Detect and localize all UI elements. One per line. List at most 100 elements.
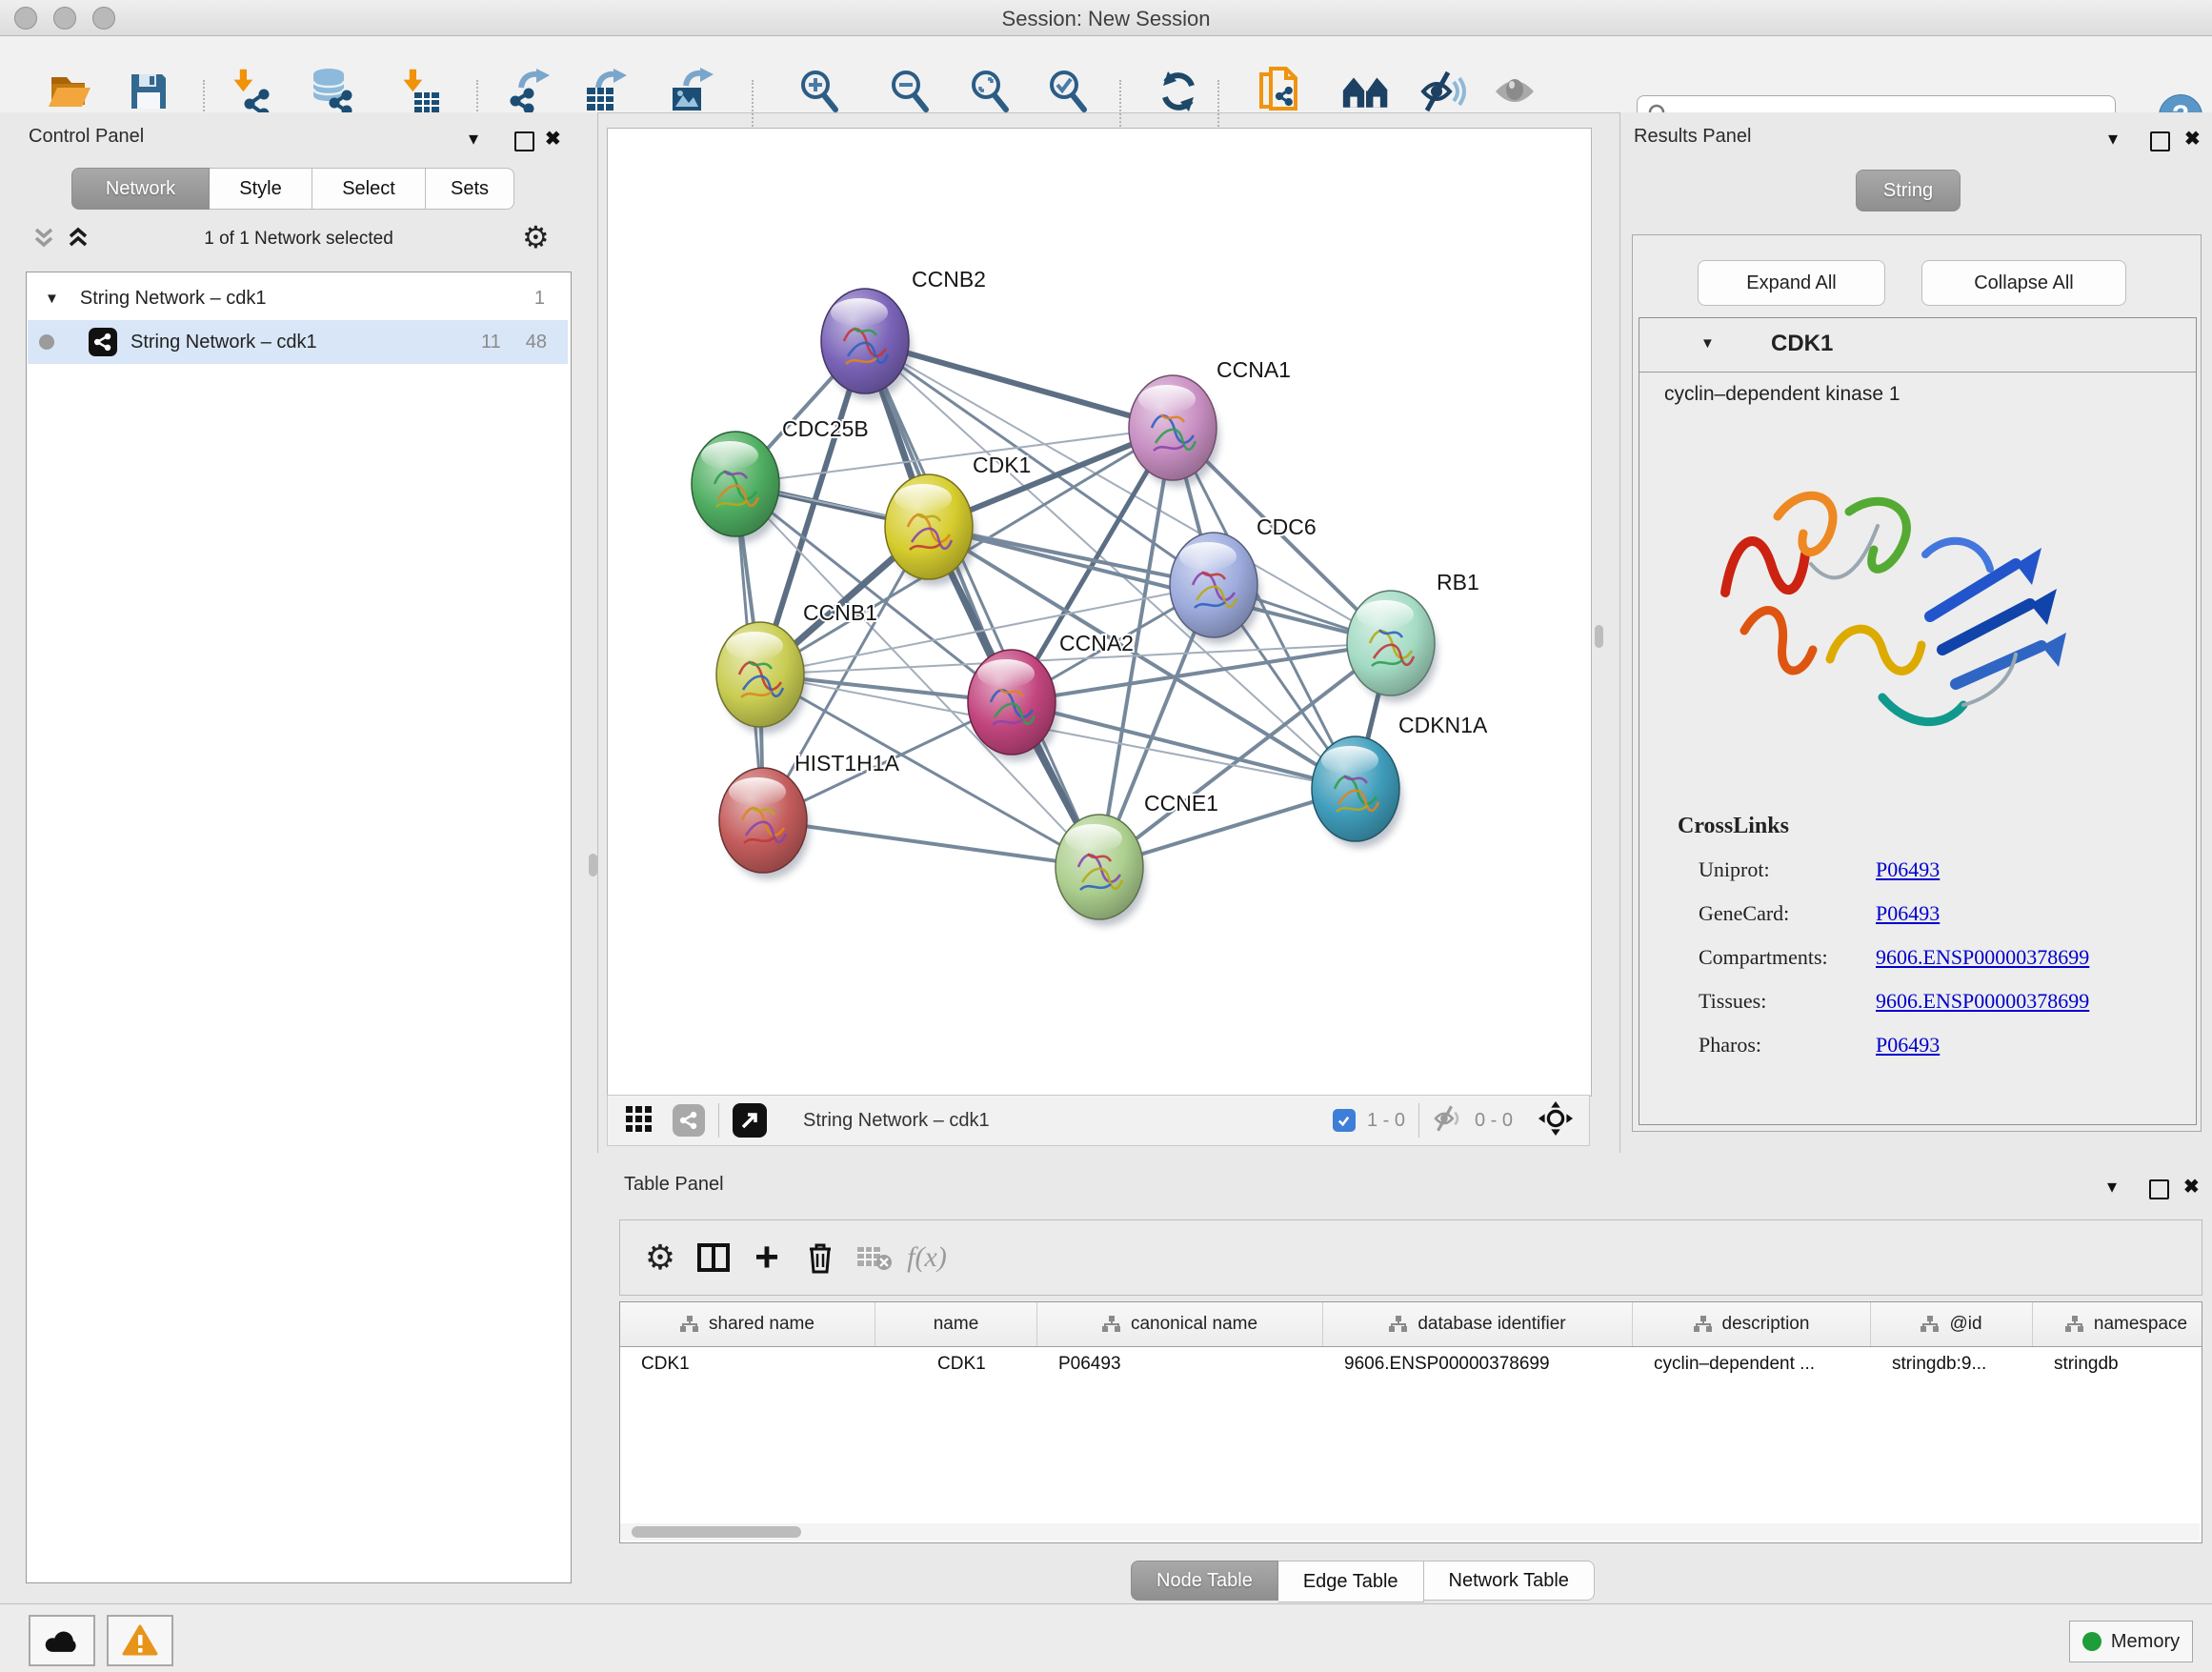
table-panel-close-icon[interactable]: ✖ bbox=[2183, 1178, 2200, 1197]
column-header-shared-name[interactable]: shared name bbox=[620, 1302, 875, 1346]
first-neighbors-button[interactable] bbox=[1341, 67, 1391, 116]
network-edge-count: 48 bbox=[526, 332, 547, 353]
birdseye-view-icon[interactable] bbox=[625, 1104, 654, 1138]
crosslink-link[interactable]: P06493 bbox=[1876, 1033, 1940, 1058]
crosslink-link[interactable]: P06493 bbox=[1876, 901, 1940, 926]
network-node-CDK1[interactable] bbox=[885, 474, 975, 586]
tab-node-table[interactable]: Node Table bbox=[1131, 1561, 1278, 1601]
control-panel-close-icon[interactable]: ✖ bbox=[545, 130, 561, 149]
network-node-CCNA1[interactable] bbox=[1129, 375, 1219, 487]
table-options-gear-icon[interactable]: ⚙ bbox=[633, 1238, 687, 1278]
function-builder-icon[interactable]: f(x) bbox=[900, 1241, 954, 1274]
open-session-button[interactable] bbox=[45, 67, 94, 116]
collapse-all-button[interactable]: Collapse All bbox=[1921, 260, 2126, 306]
crosslink-link[interactable]: 9606.ENSP00000378699 bbox=[1876, 945, 2089, 970]
import-network-database-button[interactable] bbox=[308, 67, 357, 116]
network-node-HIST1H1A[interactable] bbox=[719, 768, 810, 879]
delete-column-icon[interactable] bbox=[794, 1241, 847, 1274]
scrollbar-thumb[interactable] bbox=[632, 1526, 801, 1538]
edge[interactable] bbox=[763, 820, 1099, 867]
column-header-namespace[interactable]: namespace bbox=[2033, 1302, 2202, 1346]
node-table[interactable]: shared namenamecanonical namedatabase id… bbox=[619, 1301, 2202, 1543]
left-splitter-handle[interactable] bbox=[589, 854, 597, 876]
edge[interactable] bbox=[929, 527, 1391, 643]
network-item-row[interactable]: String Network – cdk1 11 48 bbox=[28, 320, 568, 364]
show-columns-icon[interactable] bbox=[687, 1243, 740, 1272]
results-panel-float-icon[interactable] bbox=[2150, 131, 2170, 151]
results-panel-close-icon[interactable]: ✖ bbox=[2184, 130, 2201, 149]
table-cell[interactable]: CDK1 bbox=[641, 1354, 690, 1375]
memory-button[interactable]: Memory bbox=[2069, 1621, 2193, 1662]
table-cell[interactable]: cyclin–dependent ... bbox=[1654, 1354, 1815, 1375]
cloud-button[interactable] bbox=[29, 1615, 95, 1666]
network-node-RB1[interactable] bbox=[1347, 591, 1438, 702]
crosslink-link[interactable]: P06493 bbox=[1876, 857, 1940, 882]
network-node-CCNB2[interactable] bbox=[821, 289, 912, 400]
network-node-CCNE1[interactable] bbox=[1056, 815, 1146, 926]
network-node-count: 11 bbox=[481, 332, 501, 353]
show-all-button[interactable] bbox=[1490, 67, 1539, 116]
column-header-canonical-name[interactable]: canonical name bbox=[1037, 1302, 1323, 1346]
table-cell[interactable]: stringdb:9... bbox=[1892, 1354, 1986, 1375]
zoom-selected-button[interactable] bbox=[1043, 67, 1093, 116]
zoom-fit-button[interactable] bbox=[965, 67, 1015, 116]
selected-checkbox-icon[interactable] bbox=[1333, 1109, 1356, 1132]
export-table-button[interactable] bbox=[583, 67, 633, 116]
protein-section-header[interactable]: ▼ CDK1 bbox=[1639, 318, 2196, 373]
export-table-icon bbox=[583, 67, 633, 116]
edge[interactable] bbox=[865, 341, 1099, 867]
control-panel-float-icon[interactable] bbox=[514, 131, 534, 151]
warnings-button[interactable] bbox=[107, 1615, 173, 1666]
collection-expand-icon[interactable]: ▼ bbox=[45, 291, 59, 307]
table-panel-menu-icon[interactable]: ▾ bbox=[2107, 1178, 2117, 1197]
network-node-CCNB1[interactable] bbox=[716, 622, 807, 734]
network-node-CDC6[interactable] bbox=[1170, 533, 1260, 644]
network-options-gear-icon[interactable]: ⚙ bbox=[522, 219, 550, 255]
table-cell[interactable]: P06493 bbox=[1058, 1354, 1121, 1375]
control-panel-menu-icon[interactable]: ▾ bbox=[469, 130, 478, 149]
tab-string[interactable]: String bbox=[1856, 170, 1961, 212]
save-session-button[interactable] bbox=[124, 67, 173, 116]
table-panel-float-icon[interactable] bbox=[2149, 1179, 2169, 1199]
import-table-button[interactable] bbox=[392, 67, 442, 116]
refresh-button[interactable] bbox=[1154, 67, 1203, 116]
network-share-icon[interactable] bbox=[673, 1104, 705, 1137]
fit-selected-crosshair-icon[interactable] bbox=[1538, 1100, 1574, 1141]
zoom-in-button[interactable] bbox=[794, 67, 844, 116]
tab-network[interactable]: Network bbox=[71, 168, 210, 210]
network-node-CDKN1A[interactable] bbox=[1312, 736, 1402, 848]
shared-column-icon bbox=[1102, 1316, 1121, 1333]
network-graph[interactable]: CCNB2CCNA1CDC25BCDK1CDC6RB1CCNB1CCNA2CDK… bbox=[608, 129, 1591, 1096]
delete-table-icon[interactable] bbox=[847, 1243, 900, 1272]
tab-select[interactable]: Select bbox=[312, 168, 426, 210]
section-collapse-icon[interactable]: ▼ bbox=[1700, 335, 1715, 352]
crosslink-link[interactable]: 9606.ENSP00000378699 bbox=[1876, 989, 2089, 1014]
column-header-label: namespace bbox=[2094, 1314, 2187, 1335]
clone-network-button[interactable] bbox=[1256, 67, 1305, 116]
hide-selected-button[interactable] bbox=[1419, 67, 1469, 116]
expand-all-button[interactable]: Expand All bbox=[1698, 260, 1885, 306]
network-canvas[interactable]: CCNB2CCNA1CDC25BCDK1CDC6RB1CCNB1CCNA2CDK… bbox=[607, 128, 1592, 1097]
tab-style[interactable]: Style bbox=[210, 168, 312, 210]
tab-sets[interactable]: Sets bbox=[426, 168, 514, 210]
export-network-button[interactable] bbox=[508, 67, 557, 116]
results-panel-menu-icon[interactable]: ▾ bbox=[2108, 130, 2118, 149]
zoom-out-button[interactable] bbox=[885, 67, 935, 116]
network-node-CCNA2[interactable] bbox=[968, 650, 1058, 761]
export-image-button[interactable] bbox=[669, 67, 718, 116]
column-header-name[interactable]: name bbox=[875, 1302, 1037, 1346]
column-header-description[interactable]: description bbox=[1633, 1302, 1871, 1346]
table-cell[interactable]: 9606.ENSP00000378699 bbox=[1344, 1354, 1550, 1375]
network-collection-row[interactable]: ▼ String Network – cdk1 1 bbox=[28, 276, 568, 320]
right-splitter-handle[interactable] bbox=[1595, 625, 1603, 648]
column-header-database-identifier[interactable]: database identifier bbox=[1323, 1302, 1633, 1346]
tab-edge-table[interactable]: Edge Table bbox=[1278, 1561, 1424, 1602]
table-cell[interactable]: stringdb bbox=[2054, 1354, 2119, 1375]
table-cell[interactable]: CDK1 bbox=[937, 1354, 986, 1375]
column-header--id[interactable]: @id bbox=[1871, 1302, 2033, 1346]
import-network-file-button[interactable] bbox=[224, 67, 273, 116]
zoom-in-icon bbox=[795, 68, 843, 115]
tab-network-table[interactable]: Network Table bbox=[1424, 1561, 1595, 1601]
detach-view-icon[interactable] bbox=[733, 1103, 767, 1138]
horizontal-scrollbar[interactable] bbox=[620, 1523, 2200, 1541]
